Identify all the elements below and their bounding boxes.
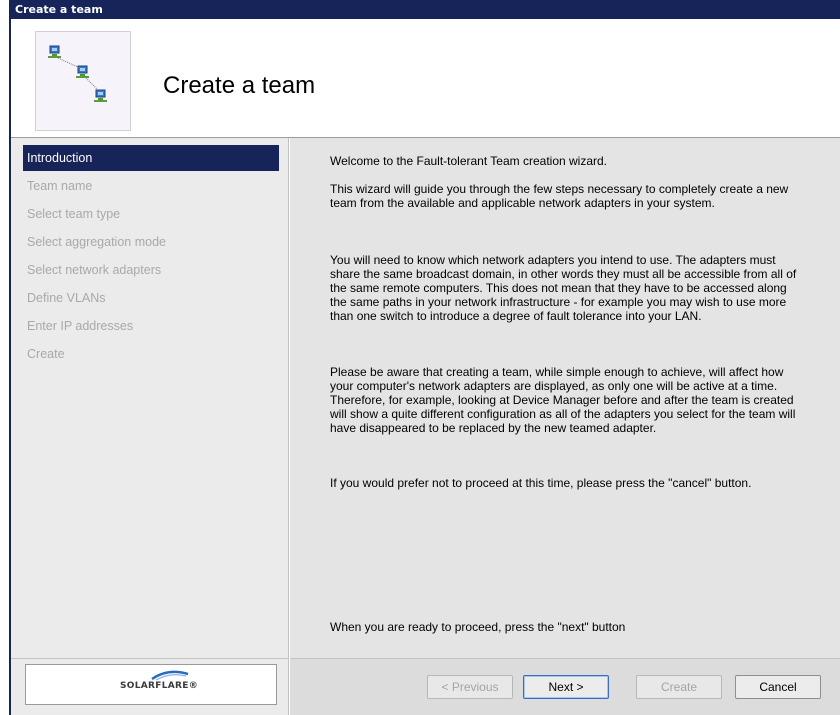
adapters-paragraph: You will need to know which network adap… xyxy=(330,253,797,323)
step-create: Create xyxy=(27,347,65,361)
step-define-vlans: Define VLANs xyxy=(27,291,106,305)
step-select-team-type: Select team type xyxy=(27,207,121,221)
step-team-name: Team name xyxy=(27,179,93,193)
create-button[interactable]: Create xyxy=(636,675,722,699)
welcome-text: Welcome to the Fault-tolerant Team creat… xyxy=(330,154,608,168)
logo-wordmark: SOLARFLARE® xyxy=(120,681,198,691)
header-icon-box xyxy=(35,31,131,131)
button-bar: < Previous Next > Create Cancel xyxy=(290,658,840,715)
window-titlebar: Create a team xyxy=(11,0,840,19)
logo-panel: SOLARFLARE® xyxy=(11,658,289,715)
wizard-header: Create a team xyxy=(11,19,840,138)
wizard-content: Welcome to the Fault-tolerant Team creat… xyxy=(290,138,840,658)
proceed-text: When you are ready to proceed, press the… xyxy=(330,620,626,634)
cancel-button[interactable]: Cancel xyxy=(735,675,821,699)
next-button[interactable]: Next > xyxy=(523,675,609,699)
step-enter-ip-addresses: Enter IP addresses xyxy=(27,319,134,333)
step-introduction[interactable]: Introduction xyxy=(23,145,279,171)
step-select-network-adapters: Select network adapters xyxy=(27,263,162,277)
solarflare-logo: SOLARFLARE® xyxy=(25,664,277,705)
intro-paragraph: This wizard will guide you through the f… xyxy=(330,182,789,210)
wizard-step-list: Introduction Team name Select team type … xyxy=(11,138,289,658)
warning-paragraph: Please be aware that creating a team, wh… xyxy=(330,365,796,435)
step-select-aggregation-mode: Select aggregation mode xyxy=(27,235,166,249)
network-computers-icon xyxy=(48,45,107,102)
wizard-window: Create a team Create a team Introduction… xyxy=(9,0,840,715)
previous-button[interactable]: < Previous xyxy=(427,675,513,699)
page-title: Create a team xyxy=(163,72,316,99)
cancel-paragraph: If you would prefer not to proceed at th… xyxy=(330,476,752,490)
